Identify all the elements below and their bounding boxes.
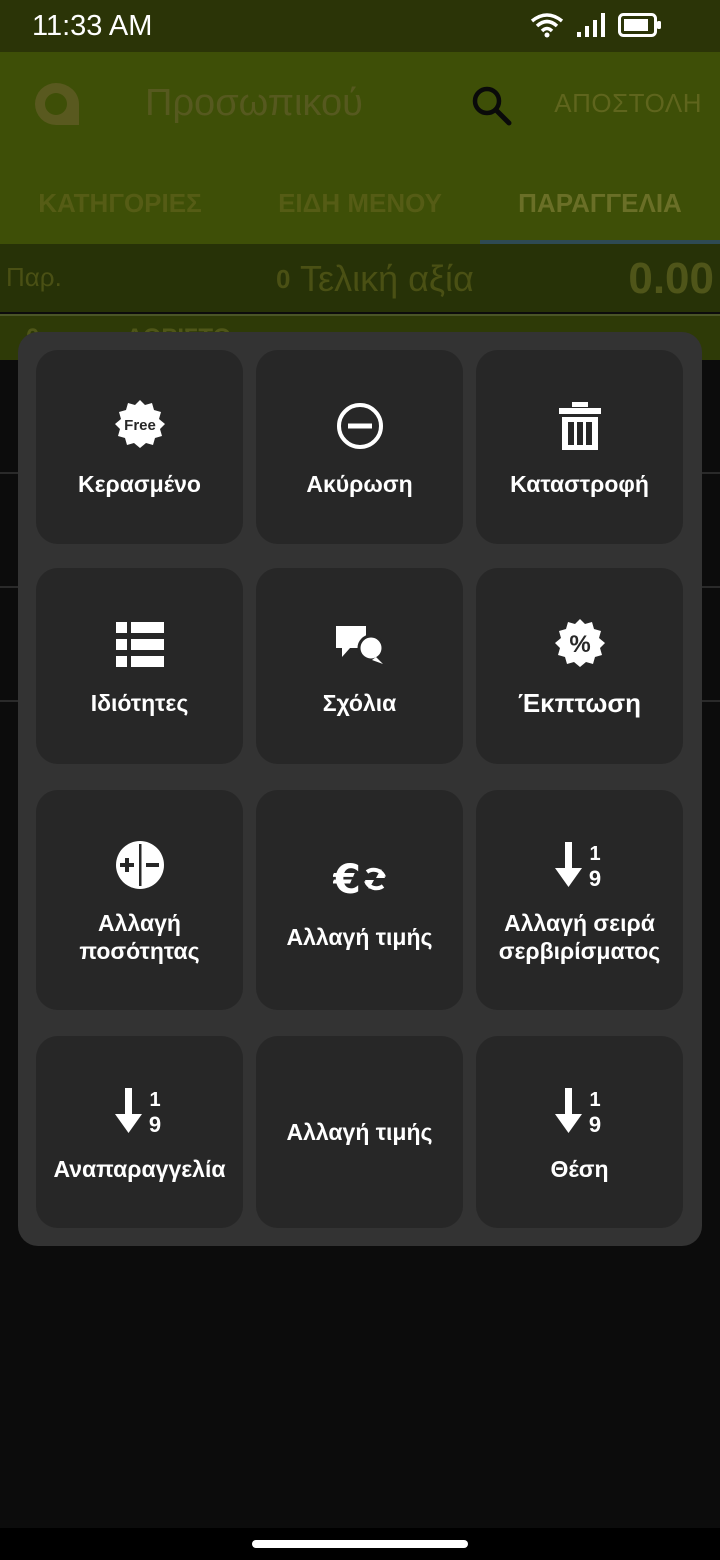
action-change-price-button[interactable]: € Αλλαγή τιμής [256,790,463,1010]
sort-digit-top: 1 [589,1089,600,1111]
action-change-serving-order-button[interactable]: 1 9 Αλλαγή σειρά σερβιρίσματος [476,790,683,1010]
sort-digit-top: 1 [589,843,600,865]
action-label: Αναπαραγγελία [53,1156,226,1182]
action-label: Κερασμένο [78,471,201,497]
tab-order[interactable]: ΠΑΡΑΓΓΕΛΙΑ [480,162,720,244]
status-icons [530,12,662,38]
action-label: Αλλαγή τιμής [286,924,433,950]
action-label: Ιδιότητες [90,690,189,716]
actions-sheet: Free Κερασμένο Ακύρωση Καταστροφή Ιδιότη… [18,332,702,1246]
action-label: Αλλαγή τιμής [286,1119,433,1145]
total-value: 0.00 [628,254,714,303]
send-button[interactable]: ΑΠΟΣΤΟΛΗ [554,88,702,119]
action-label: Έκπτωση [517,688,642,718]
action-label: Αλλαγή ποσότητας [79,910,200,964]
gesture-bar [0,1528,720,1560]
minus-circle-icon [330,396,390,456]
tab-bar: ΚΑΤΗΓΟΡΙΕΣ ΕΙΔΗ ΜΕΝΟΥ ΠΑΡΑΓΓΕΛΙΑ [0,162,720,244]
sort-digit-bottom: 9 [588,1112,600,1136]
free-badge-icon: Free [110,396,170,456]
sort-digit-bottom: 9 [148,1112,160,1136]
comments-icon [330,615,390,675]
svg-text:€: € [333,857,361,901]
action-change-quantity-button[interactable]: Αλλαγή ποσότητας [36,790,243,1010]
status-time: 11:33 AM [32,10,153,42]
total-label: Τελική αξία [300,258,474,299]
tab-categories[interactable]: ΚΑΤΗΓΟΡΙΕΣ [0,162,240,244]
action-label: Θέση [550,1156,609,1182]
action-properties-button[interactable]: Ιδιότητες [36,568,243,764]
order-count: 0 [276,264,291,294]
action-label: Αλλαγή σειρά σερβιρίσματος [498,910,661,964]
home-indicator[interactable] [252,1540,468,1548]
sort-numeric-icon: 1 9 [550,1081,610,1141]
percent-badge-text: % [569,631,590,658]
action-treat-button[interactable]: Free Κερασμένο [36,350,243,544]
action-position-button[interactable]: 1 9 Θέση [476,1036,683,1228]
app-logo-icon [34,83,79,125]
trash-icon [550,396,610,456]
action-cancel-button[interactable]: Ακύρωση [256,350,463,544]
sort-numeric-icon: 1 9 [550,835,610,895]
wifi-icon [530,13,564,38]
action-comments-button[interactable]: Σχόλια [256,568,463,764]
sort-digit-bottom: 9 [588,866,600,890]
action-reorder-button[interactable]: 1 9 Αναπαραγγελία [36,1036,243,1228]
status-bar: 11:33 AM [0,0,720,52]
action-discount-button[interactable]: % Έκπτωση [476,568,683,764]
action-change-price-2-button[interactable]: Αλλαγή τιμής [256,1036,463,1228]
euro-exchange-icon: € [330,849,390,909]
action-label: Καταστροφή [510,471,649,497]
action-label: Σχόλια [322,690,397,716]
plus-minus-icon [110,835,170,895]
percent-badge-icon: % [550,615,610,675]
page-title: Προσωπικού [145,82,363,124]
action-label: Ακύρωση [306,471,413,497]
list-icon [110,615,170,675]
order-summary: Παρ. 0 Τελική αξία 0.00 [0,244,720,312]
battery-icon [618,13,661,37]
order-label: Παρ. [6,262,62,292]
signal-icon [577,13,605,37]
free-badge-text: Free [124,417,156,434]
app-bar: Προσωπικού ΑΠΟΣΤΟΛΗ ΚΑΤΗΓΟΡΙΕΣ ΕΙΔΗ ΜΕΝΟ… [0,52,720,244]
sort-digit-top: 1 [149,1089,160,1111]
sort-numeric-icon: 1 9 [110,1081,170,1141]
search-icon[interactable] [466,80,516,130]
tab-menu-items[interactable]: ΕΙΔΗ ΜΕΝΟΥ [240,162,480,244]
action-destroy-button[interactable]: Καταστροφή [476,350,683,544]
